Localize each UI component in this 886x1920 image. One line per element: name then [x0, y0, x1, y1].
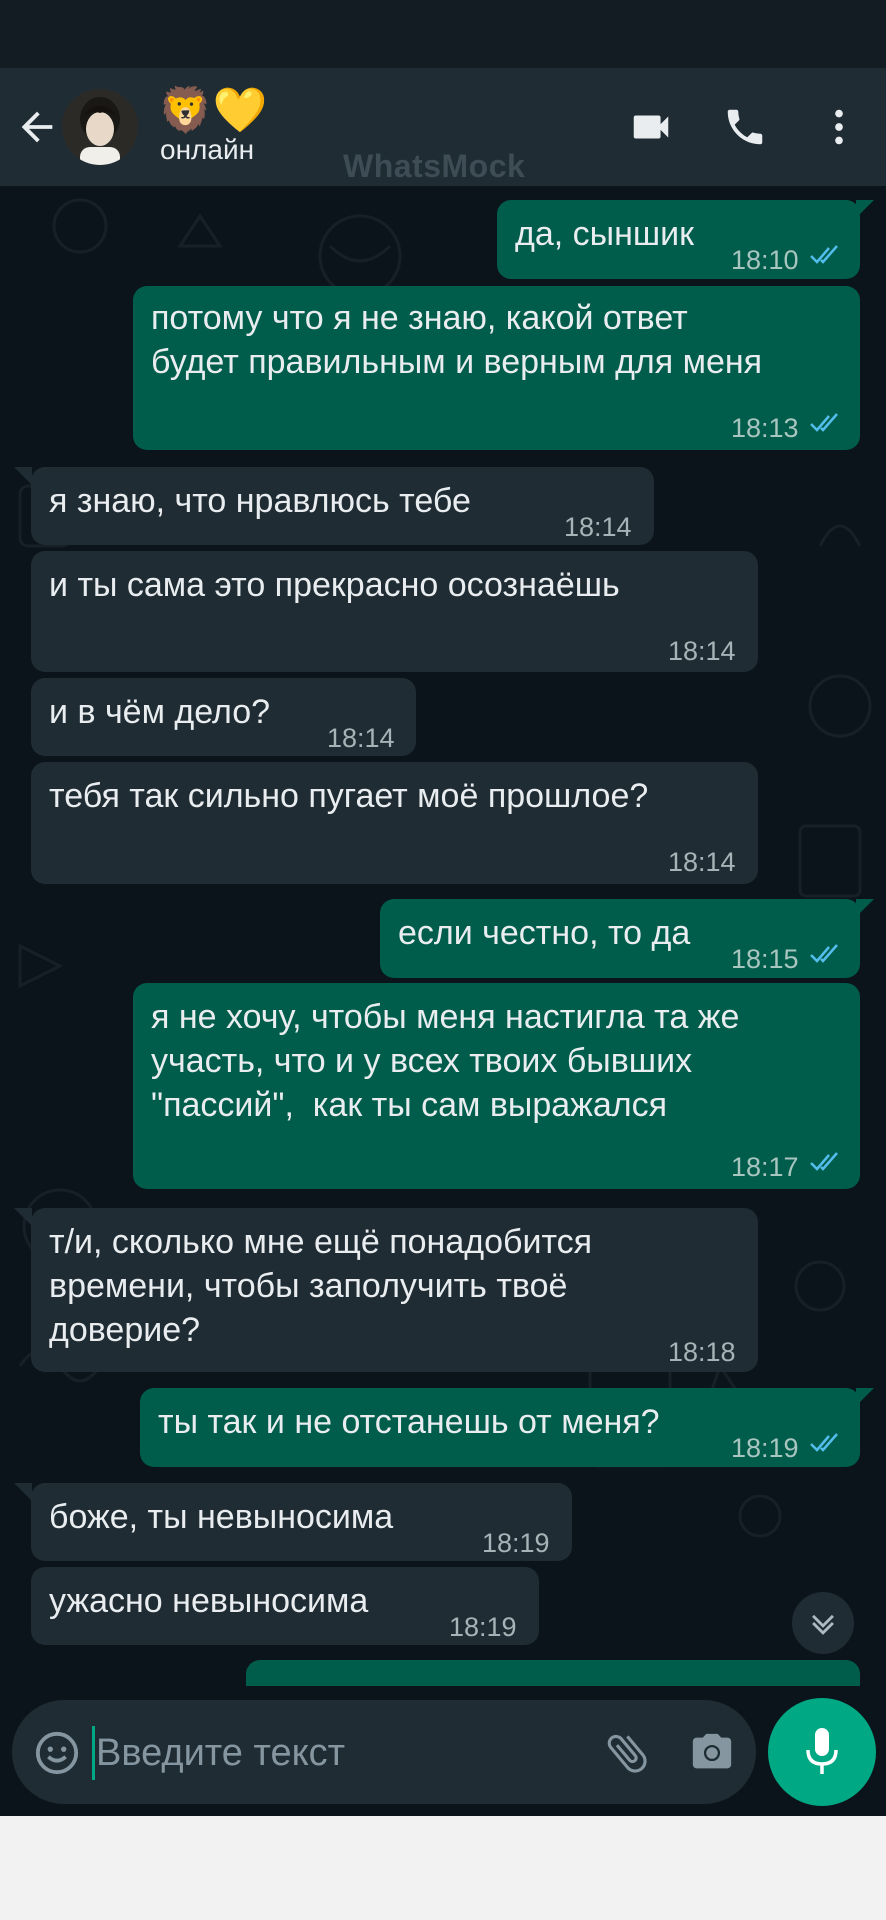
read-receipt-icon	[810, 1152, 838, 1171]
read-receipt-icon	[810, 944, 838, 963]
bubble-tail	[856, 899, 874, 917]
bubble-tail	[856, 200, 874, 218]
camera-icon[interactable]	[688, 1730, 736, 1776]
message-time: 18:14	[668, 847, 736, 877]
contact-name[interactable]: 🦁💛	[158, 86, 268, 136]
message-outgoing[interactable]: ты так и не отстанешь от меня? 18:19	[140, 1388, 860, 1467]
message-time: 18:18	[668, 1337, 736, 1367]
bubble-tail	[14, 1483, 32, 1501]
message-incoming[interactable]: и в чём дело? 18:14	[31, 678, 416, 756]
message-time: 18:17	[731, 1152, 799, 1182]
bubble-tail	[14, 1208, 32, 1226]
avatar[interactable]	[62, 89, 138, 165]
message-time: 18:13	[731, 413, 799, 443]
message-text: т/и, сколько мне ещё понадобится времени…	[49, 1223, 593, 1349]
system-navigation-bar	[0, 1816, 886, 1920]
message-text: я знаю, что нравлюсь тебе	[49, 482, 471, 520]
chat-header: 🦁💛 онлайн WhatsMock	[0, 68, 886, 186]
message-input[interactable]: Введите текст	[96, 1732, 345, 1775]
message-incoming[interactable]: ужасно невыносима 18:19	[31, 1567, 539, 1645]
mic-icon	[806, 1728, 838, 1774]
message-text: потому что я не знаю, какой ответ будет …	[151, 299, 763, 381]
message-time: 18:14	[327, 723, 395, 753]
message-outgoing[interactable]: если честно, то да 18:15	[380, 899, 860, 978]
message-incoming[interactable]: и ты сама это прекрасно осознаёшь 18:14	[31, 551, 758, 672]
read-receipt-icon	[810, 413, 838, 432]
text-cursor	[92, 1726, 95, 1780]
voice-record-button[interactable]	[768, 1698, 876, 1806]
message-time: 18:14	[564, 512, 632, 542]
message-time: 18:14	[668, 636, 736, 666]
message-outgoing[interactable]: я не хочу, чтобы меня настигла та же уча…	[133, 983, 860, 1189]
back-arrow-icon[interactable]	[14, 104, 60, 150]
message-text: я не хочу, чтобы меня настигла та же уча…	[151, 998, 740, 1124]
message-text: и в чём дело?	[49, 693, 271, 731]
message-outgoing[interactable]: потому что я не знаю, какой ответ будет …	[133, 286, 860, 450]
message-time: 18:19	[449, 1612, 517, 1642]
emoji-icon[interactable]	[34, 1730, 80, 1776]
message-time: 18:10	[731, 245, 799, 275]
message-text: и ты сама это прекрасно осознаёшь	[49, 566, 620, 604]
contact-status: онлайн	[160, 134, 255, 165]
message-outgoing[interactable]: да, сыншик 18:10	[497, 200, 860, 279]
read-receipt-icon	[810, 245, 838, 264]
more-vert-icon[interactable]	[816, 104, 862, 150]
message-outgoing-partial[interactable]	[246, 1660, 860, 1686]
message-text: если честно, то да	[398, 914, 691, 952]
bubble-tail	[14, 467, 32, 485]
message-text: ты так и не отстанешь от меня?	[158, 1403, 660, 1441]
message-input-bar: Введите текст	[12, 1700, 756, 1804]
video-call-icon[interactable]	[628, 104, 674, 150]
chevron-down-icon	[812, 1614, 834, 1635]
message-incoming[interactable]: я знаю, что нравлюсь тебе 18:14	[31, 467, 654, 545]
message-time: 18:15	[731, 944, 799, 974]
chat-area[interactable]: да, сыншик 18:10 потому что я не знаю, к…	[0, 186, 886, 1686]
message-time: 18:19	[482, 1528, 550, 1558]
status-bar	[0, 0, 886, 68]
scroll-to-bottom-button[interactable]	[792, 1592, 854, 1654]
read-receipt-icon	[810, 1433, 838, 1452]
message-incoming[interactable]: т/и, сколько мне ещё понадобится времени…	[31, 1208, 758, 1372]
message-text: да, сыншик	[515, 215, 694, 253]
message-incoming[interactable]: боже, ты невыносима 18:19	[31, 1483, 572, 1561]
message-incoming[interactable]: тебя так сильно пугает моё прошлое? 18:1…	[31, 762, 758, 884]
app-watermark: WhatsMock	[343, 148, 526, 184]
message-text: ужасно невыносима	[49, 1582, 369, 1620]
message-text: боже, ты невыносима	[49, 1498, 394, 1536]
message-time: 18:19	[731, 1433, 799, 1463]
message-text: тебя так сильно пугает моё прошлое?	[49, 777, 649, 815]
bubble-tail	[856, 1388, 874, 1406]
attach-icon[interactable]	[602, 1728, 652, 1778]
phone-icon[interactable]	[722, 104, 768, 150]
